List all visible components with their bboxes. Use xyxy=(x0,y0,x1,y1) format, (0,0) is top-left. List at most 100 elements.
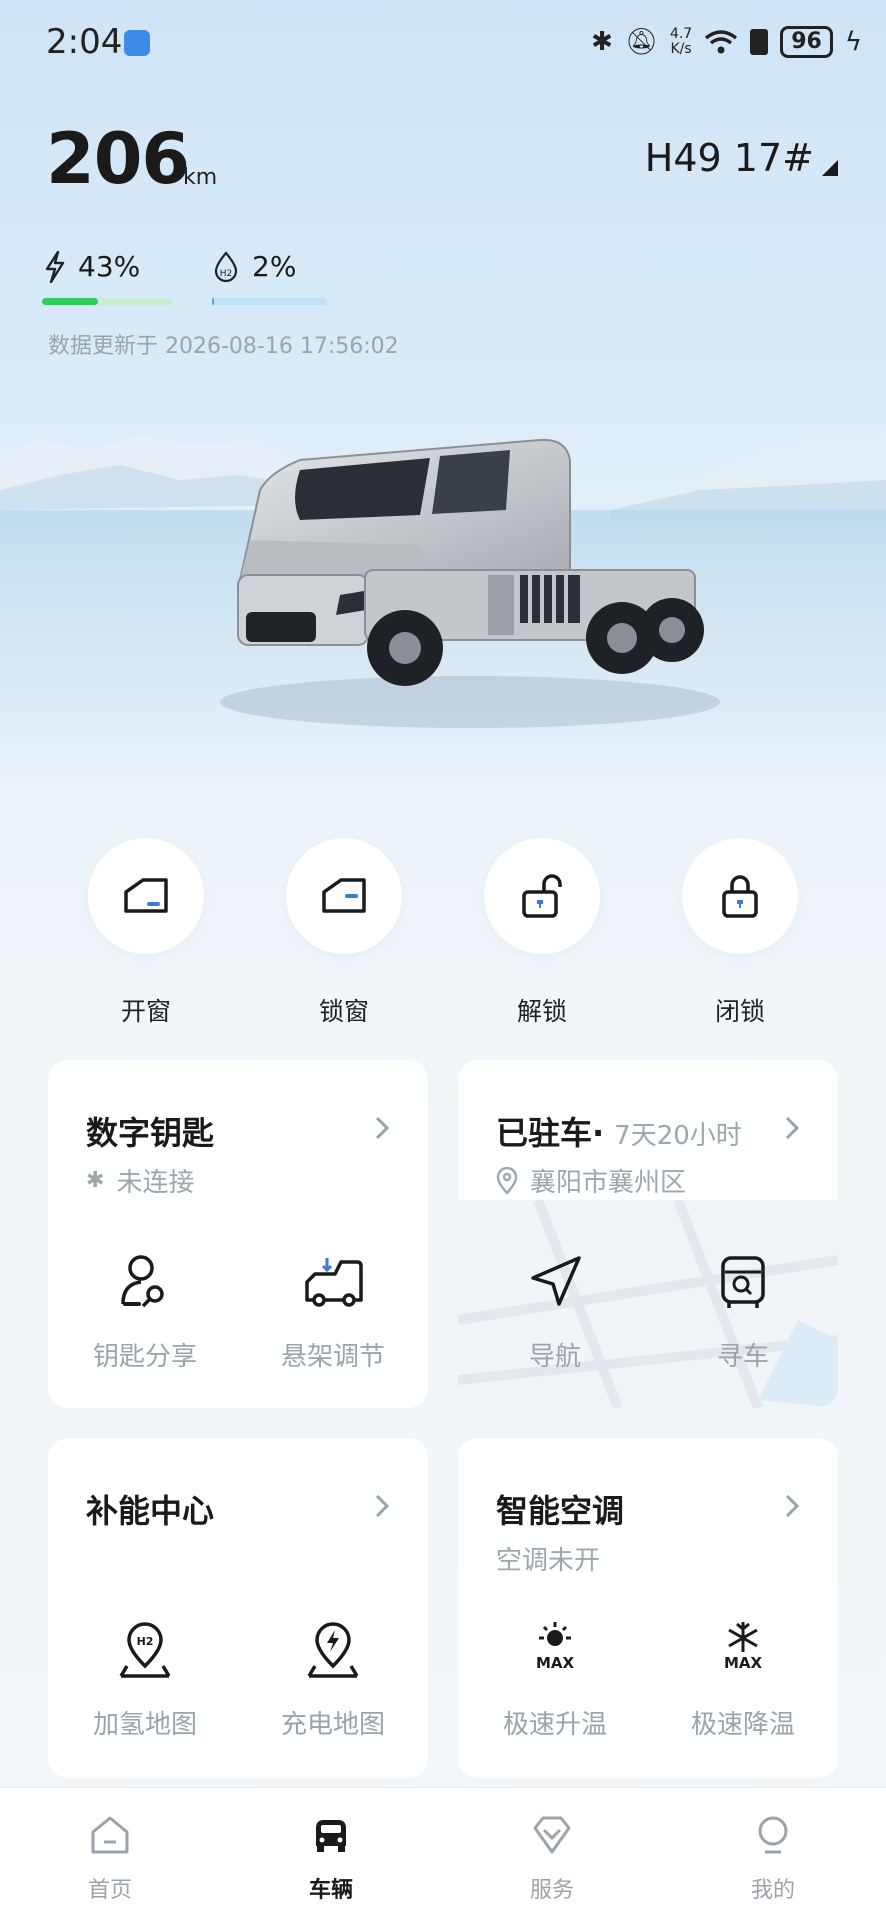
nav-vehicle[interactable]: 车辆 xyxy=(271,1812,391,1904)
parking-location: 襄阳市襄州区 xyxy=(496,1162,686,1199)
charging-map-icon xyxy=(307,1622,359,1678)
status-time: 2:04 xyxy=(46,22,123,62)
lock-label: 闭锁 xyxy=(714,997,765,1026)
usb-notification-icon xyxy=(124,30,150,56)
digital-key-status-text: 未连接 xyxy=(116,1168,195,1198)
lock-icon xyxy=(682,838,798,954)
hydrogen-meter: H2 2% xyxy=(212,250,296,283)
mute-icon: 🔕︎ xyxy=(624,27,658,57)
max-heat-label: 极速升温 xyxy=(502,1710,607,1740)
suspension-label: 悬架调节 xyxy=(280,1342,385,1372)
nav-service-label: 服务 xyxy=(529,1878,574,1903)
navigation-icon xyxy=(531,1256,581,1306)
hydrogen-map-icon: H2 xyxy=(119,1622,171,1678)
parking-title: 已驻车· 7天20小时 xyxy=(496,1108,742,1154)
sim-icon xyxy=(750,29,769,55)
parking-card[interactable]: 已驻车· 7天20小时 襄阳市襄州区 导航 寻车 xyxy=(458,1060,838,1408)
dropdown-corner-icon xyxy=(822,160,838,176)
navigation-label: 导航 xyxy=(528,1342,581,1372)
find-car-label: 寻车 xyxy=(716,1342,769,1372)
charging-icon: ϟ xyxy=(844,27,862,57)
max-cool-icon: MAX xyxy=(724,1622,763,1672)
profile-icon xyxy=(758,1816,788,1854)
nav-profile-label: 我的 xyxy=(750,1878,795,1903)
lock-window-label: 锁窗 xyxy=(318,997,369,1026)
net-speed-value: 4.7 xyxy=(669,26,693,42)
hydrogen-map-label: 加氢地图 xyxy=(92,1710,197,1740)
smart-ac-status: 空调未开 xyxy=(496,1546,601,1576)
electric-meter: 43% xyxy=(44,250,140,283)
hydrogen-percent: 2% xyxy=(252,250,297,283)
max-heat-button[interactable]: MAX 极速升温 xyxy=(470,1618,640,1741)
energy-center-title: 补能中心 xyxy=(86,1492,215,1530)
electric-bar-track xyxy=(42,298,172,305)
bluetooth-icon: ✱ xyxy=(591,27,613,57)
range-unit: km xyxy=(183,165,218,190)
max-cool-label: 极速降温 xyxy=(690,1710,795,1740)
lightning-icon xyxy=(45,250,65,283)
digital-key-card[interactable]: 数字钥匙 ✱ 未连接 钥匙分享 悬架调节 xyxy=(48,1060,428,1408)
chevron-right-icon[interactable] xyxy=(776,1112,808,1144)
nav-service[interactable]: 服务 xyxy=(492,1812,612,1904)
home-icon xyxy=(91,1816,129,1854)
parking-title-text: 已驻车· xyxy=(496,1114,605,1152)
nav-profile[interactable]: 我的 xyxy=(713,1812,833,1904)
vehicle-icon xyxy=(316,1820,346,1852)
charging-map-button[interactable]: 充电地图 xyxy=(248,1618,418,1741)
truck-hero-image xyxy=(0,435,886,780)
max-heat-icon: MAX xyxy=(536,1622,575,1672)
parking-duration: 7天20小时 xyxy=(614,1121,742,1151)
unlock-button[interactable]: 解锁 xyxy=(484,838,600,1028)
svg-text:H2: H2 xyxy=(137,1635,154,1648)
net-speed-unit: K/s xyxy=(670,41,692,57)
window-lock-icon xyxy=(286,838,402,954)
wifi-icon xyxy=(705,30,738,54)
parking-location-text: 襄阳市襄州区 xyxy=(530,1168,687,1198)
energy-center-card[interactable]: 补能中心 H2 加氢地图 充电地图 xyxy=(48,1438,428,1778)
location-pin-icon xyxy=(496,1166,518,1195)
find-car-icon xyxy=(721,1256,765,1308)
bluetooth-icon: ✱ xyxy=(86,1168,105,1193)
net-speed: 4.7 K/s xyxy=(670,27,692,57)
lock-button[interactable]: 闭锁 xyxy=(682,838,798,1028)
open-window-button[interactable]: 开窗 xyxy=(88,838,204,1028)
unlock-icon xyxy=(484,838,600,954)
suspension-button[interactable]: 悬架调节 xyxy=(248,1250,418,1373)
svg-text:H2: H2 xyxy=(220,269,233,279)
lock-window-button[interactable]: 锁窗 xyxy=(286,838,402,1028)
plate-number: H49 17# xyxy=(644,136,814,180)
hydrogen-bar-fill xyxy=(212,298,215,305)
smart-ac-title: 智能空调 xyxy=(496,1492,625,1530)
nav-home-label: 首页 xyxy=(87,1878,132,1903)
service-icon xyxy=(533,1816,571,1854)
key-share-label: 钥匙分享 xyxy=(92,1342,197,1372)
range-value: 206 xyxy=(46,118,190,200)
status-icons: ✱ 🔕︎ 4.7 K/s 96 ϟ xyxy=(591,26,862,58)
suspension-icon xyxy=(305,1258,363,1307)
hydrogen-bar-track xyxy=(212,298,327,305)
navigation-button[interactable]: 导航 xyxy=(470,1250,640,1373)
window-open-icon xyxy=(88,838,204,954)
find-car-button[interactable]: 寻车 xyxy=(658,1250,828,1373)
hydrogen-map-button[interactable]: H2 加氢地图 xyxy=(60,1618,230,1741)
update-time: 数据更新于 2026-08-16 17:56:02 xyxy=(48,334,399,359)
max-badge: MAX xyxy=(724,1654,763,1672)
chevron-right-icon[interactable] xyxy=(366,1490,398,1522)
unlock-label: 解锁 xyxy=(516,997,567,1026)
max-cool-button[interactable]: MAX 极速降温 xyxy=(658,1618,828,1741)
battery-indicator: 96 xyxy=(780,26,833,58)
max-badge: MAX xyxy=(536,1654,575,1672)
chevron-right-icon[interactable] xyxy=(366,1112,398,1144)
open-window-label: 开窗 xyxy=(120,997,171,1026)
key-share-icon xyxy=(121,1255,164,1308)
charging-map-label: 充电地图 xyxy=(280,1710,385,1740)
electric-bar-fill xyxy=(42,298,98,305)
smart-ac-card[interactable]: 智能空调 空调未开 MAX 极速升温 MAX 极速降温 xyxy=(458,1438,838,1778)
digital-key-title: 数字钥匙 xyxy=(86,1114,215,1152)
nav-home[interactable]: 首页 xyxy=(50,1812,170,1904)
key-share-button[interactable]: 钥匙分享 xyxy=(60,1250,230,1373)
vehicle-selector[interactable]: H49 17# xyxy=(645,136,838,180)
electric-percent: 43% xyxy=(78,250,141,283)
chevron-right-icon[interactable] xyxy=(776,1490,808,1522)
digital-key-status: ✱ 未连接 xyxy=(86,1162,194,1199)
